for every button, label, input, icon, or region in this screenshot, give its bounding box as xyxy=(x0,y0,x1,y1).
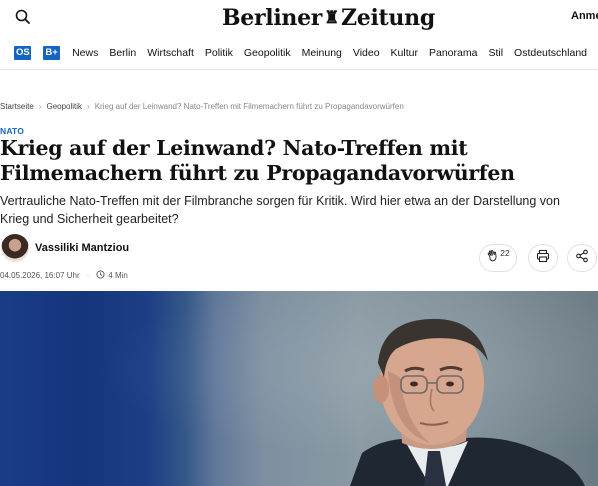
clock-icon xyxy=(96,270,105,281)
hero-portrait-figure xyxy=(350,318,585,486)
author-name[interactable]: Vassiliki Mantziou xyxy=(35,242,129,254)
share-icon xyxy=(575,249,589,268)
clap-button[interactable]: 22 xyxy=(479,244,517,272)
article-lead: Vertrauliche Nato-Treffen mit der Filmbr… xyxy=(0,194,560,226)
breadcrumb-separator: › xyxy=(87,102,90,111)
nav-item-panorama[interactable]: Panorama xyxy=(429,47,477,59)
nav-divider xyxy=(0,69,598,70)
nav-item-news[interactable]: News xyxy=(72,47,98,59)
article-headline: Krieg auf der Leinwand? Nato-Treffen mit… xyxy=(0,136,515,185)
nav-item-meinung[interactable]: Meinung xyxy=(302,47,342,59)
nav-item-video[interactable]: Video xyxy=(353,47,380,59)
main-navigation: OS B+ News Berlin Wirtschaft Politik Geo… xyxy=(0,42,598,64)
bear-crest-icon: ♜ xyxy=(324,8,340,28)
author-avatar[interactable] xyxy=(1,234,29,262)
search-icon[interactable] xyxy=(14,8,32,26)
breadcrumb-geopolitik[interactable]: Geopolitik xyxy=(46,102,82,111)
share-button[interactable] xyxy=(567,244,597,272)
nav-badge-bplus[interactable]: B+ xyxy=(43,46,61,60)
login-button[interactable]: Anmel xyxy=(571,10,598,22)
meta-separator: · xyxy=(86,271,90,280)
breadcrumb-home[interactable]: Startseite xyxy=(0,102,34,111)
article-meta: 04.05.2026, 16:07 Uhr · 4 Min xyxy=(0,270,128,281)
breadcrumb: Startseite › Geopolitik › Krieg auf der Lein… xyxy=(0,102,404,111)
breadcrumb-separator: › xyxy=(38,102,42,111)
nav-badge-os[interactable]: OS xyxy=(14,46,32,60)
nav-item-berlin[interactable]: Berlin xyxy=(109,47,136,59)
print-button[interactable] xyxy=(528,244,558,272)
nav-item-politik[interactable]: Politik xyxy=(205,47,233,59)
nav-item-wirtschaft[interactable]: Wirtschaft xyxy=(147,47,194,59)
hero-image[interactable] xyxy=(0,291,598,486)
printer-icon xyxy=(536,249,550,268)
nav-item-geopolitik[interactable]: Geopolitik xyxy=(244,47,291,59)
clap-icon xyxy=(486,249,499,267)
nav-item-ostdeutschland[interactable]: Ostdeutschland xyxy=(514,47,587,59)
nav-item-kultur[interactable]: Kultur xyxy=(391,47,418,59)
breadcrumb-current: Krieg auf der Leinwand? Nato-Treffen mit… xyxy=(94,102,404,111)
site-logo[interactable]: Berliner ♜Zeitung xyxy=(222,5,435,31)
clap-count: 22 xyxy=(500,248,510,258)
nav-item-stil[interactable]: Stil xyxy=(488,47,503,59)
read-time: 4 Min xyxy=(108,271,128,280)
publish-date: 04.05.2026, 16:07 Uhr xyxy=(0,271,80,280)
article-kicker[interactable]: NATO xyxy=(0,126,24,136)
top-bar: Berliner♜Zeitung Anmel xyxy=(0,0,598,34)
